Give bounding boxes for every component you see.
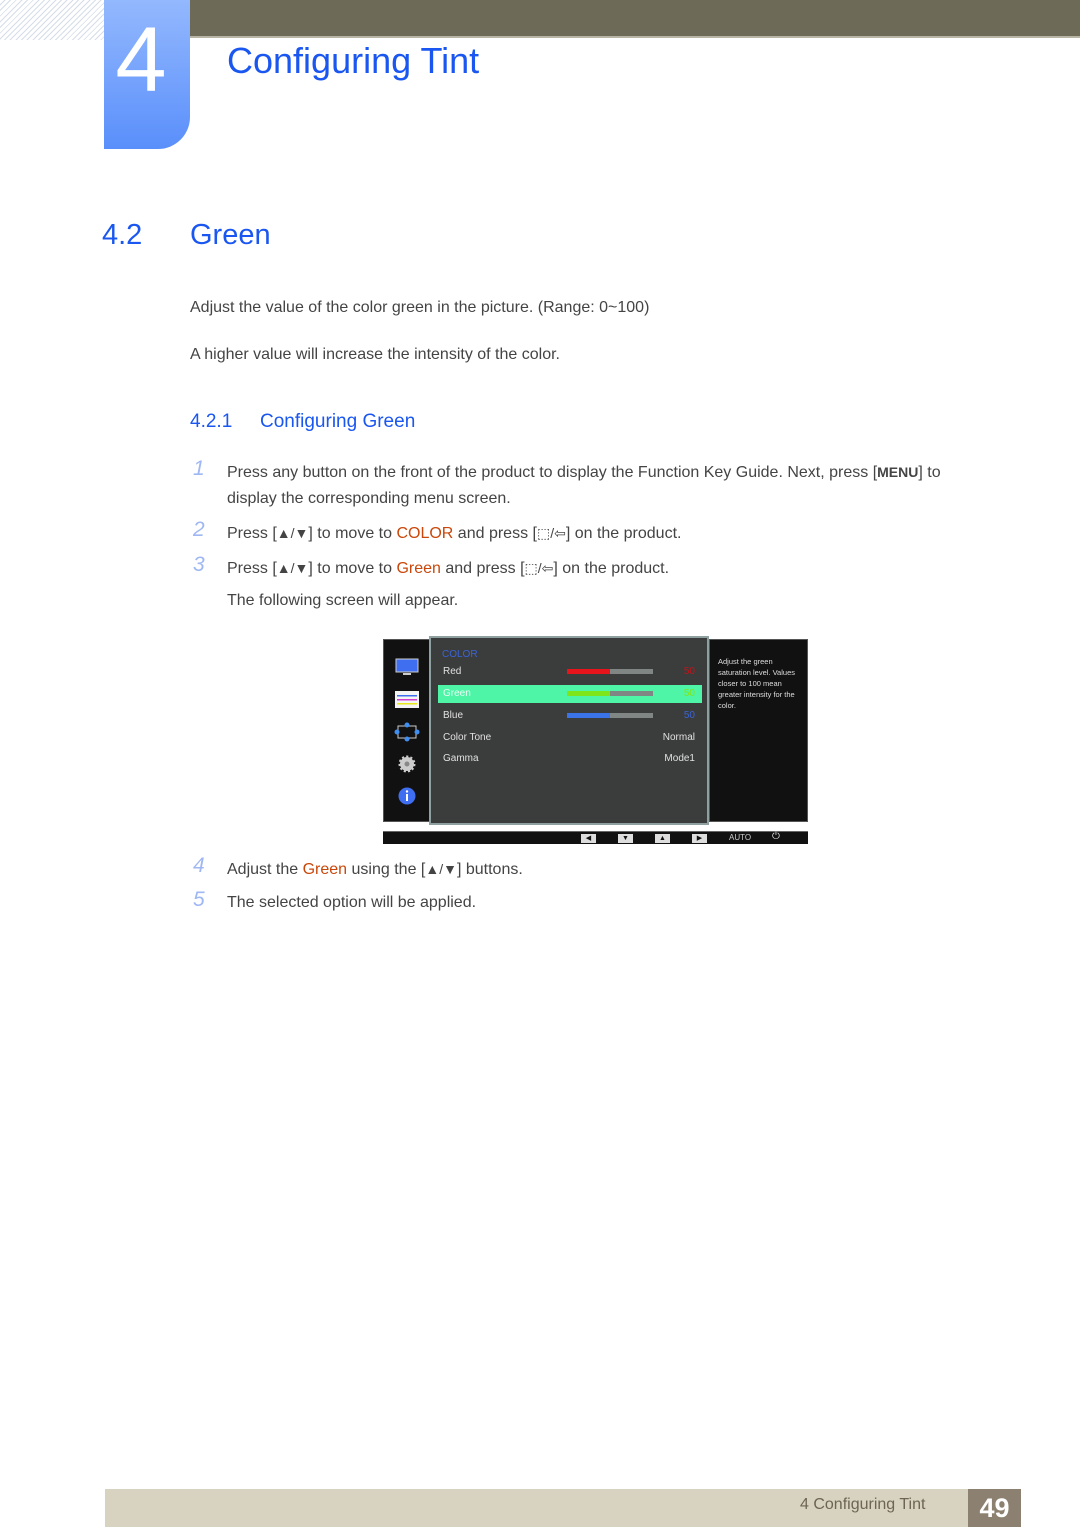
osd-slider-fill [567,669,610,674]
step-text-part: ] on the product. [565,525,682,542]
step-text: The following screen will appear. [227,592,459,609]
osd-help-text: Adjust the green saturation level. Value… [718,657,795,710]
osd-color-menu: COLOR Red 50 Green 50 Blue 50 Color Tone Normal… [429,636,709,825]
subsection-number: 4.2.1 [190,411,233,432]
monitor-icon [395,658,419,675]
step-text-part: Adjust the [227,861,303,878]
step-number: 1 [193,457,205,480]
chapter-number: 4 [115,9,167,111]
step-text: The selected option will be applied. [227,894,477,911]
step-number: 4 [193,854,205,877]
up-down-arrow-icon: ▲/▼ [276,525,309,541]
osd-heading: COLOR [442,649,478,660]
footer-chapter-label: 4 Configuring Tint [800,1496,926,1513]
osd-function-bar: ◀ ▼ ▲ ▶ AUTO ⏻ [383,831,808,844]
osd-row-red[interactable]: Red 50 [438,663,702,681]
step-text-part: display the corresponding menu screen. [227,490,511,507]
osd-row-blue[interactable]: Blue 50 [438,707,702,725]
step-text-part: ] on the product. [553,560,670,577]
section-number: 4.2 [102,219,143,251]
osd-slider[interactable] [567,691,653,696]
info-icon [398,787,416,805]
gear-icon [398,755,416,773]
up-down-arrow-icon: ▲/▼ [425,861,457,877]
osd-row-label: Green [443,688,471,699]
osd-row-label: Blue [443,710,464,721]
step-text: Adjust the Green using the [▲/▼] buttons… [227,856,523,883]
step-number: 3 [193,553,205,576]
right-button-icon[interactable]: ▶ [692,834,707,843]
header-bar [190,0,1080,38]
step-text-part: Press [ [227,560,277,577]
section-title: Green [190,219,271,251]
osd-row-label: Color Tone [443,732,492,743]
step-text: Press [▲/▼] to move to COLOR and press [… [227,520,681,547]
osd-slider[interactable] [567,669,653,674]
osd-slider-fill [567,691,610,696]
highlight-term: Green [302,861,348,878]
up-down-arrow-icon: ▲/▼ [276,560,309,576]
osd-row-value: Mode1 [664,753,695,764]
step-text-part: and press [ [440,560,525,577]
osd-row-color-tone[interactable]: Color Tone Normal [438,729,702,747]
left-button-icon[interactable]: ◀ [581,834,596,843]
osd-row-label: Gamma [443,753,479,764]
menu-key: MENU [877,464,919,480]
step-text-part: and press [ [453,525,537,542]
highlight-term: COLOR [396,525,454,542]
step-number: 5 [193,888,205,911]
osd-row-value: Normal [662,732,695,743]
osd-side-menu [383,639,430,822]
enter-source-icon: ⬚/⇦ [536,525,566,541]
enter-source-icon: ⬚/⇦ [524,560,554,576]
step-text-part: ] to [918,464,941,481]
step-number: 2 [193,518,205,541]
section-paragraph: Adjust the value of the color green in t… [190,299,650,316]
chapter-title: Configuring Tint [227,40,480,81]
page-number: 49 [968,1489,1021,1527]
step-text-part: Press [ [227,525,277,542]
auto-button[interactable]: AUTO [729,833,751,842]
osd-row-value: 50 [683,710,695,721]
down-button-icon[interactable]: ▼ [618,834,633,843]
color-sliders-icon [395,691,419,708]
step-text: Press [▲/▼] to move to Green and press [… [227,555,669,582]
osd-row-gamma[interactable]: Gamma Mode1 [438,750,702,768]
step-text-part: ] to move to [308,525,397,542]
osd-row-value: 50 [683,688,695,699]
osd-help-panel: Adjust the green saturation level. Value… [709,639,808,822]
step-text-part: ] to move to [308,560,397,577]
step-text-part: using the [ [347,861,426,878]
osd-row-green[interactable]: Green 50 [438,685,702,703]
step-text: Press any button on the front of the pro… [227,459,941,512]
osd-row-value: 50 [683,666,695,677]
osd-row-label: Red [443,666,462,677]
step-text-part: Press any button on the front of the pro… [227,464,878,481]
size-position-icon [394,722,420,742]
osd-slider-fill [567,713,610,718]
power-icon[interactable]: ⏻ [772,831,780,842]
corner-stripes [0,0,104,40]
subsection-title: Configuring Green [260,411,416,432]
section-paragraph: A higher value will increase the intensi… [190,346,560,363]
chapter-tab: 4 [104,0,190,149]
highlight-term: Green [396,560,441,577]
step-text-part: ] buttons. [456,861,523,878]
up-button-icon[interactable]: ▲ [655,834,670,843]
osd-slider[interactable] [567,713,653,718]
